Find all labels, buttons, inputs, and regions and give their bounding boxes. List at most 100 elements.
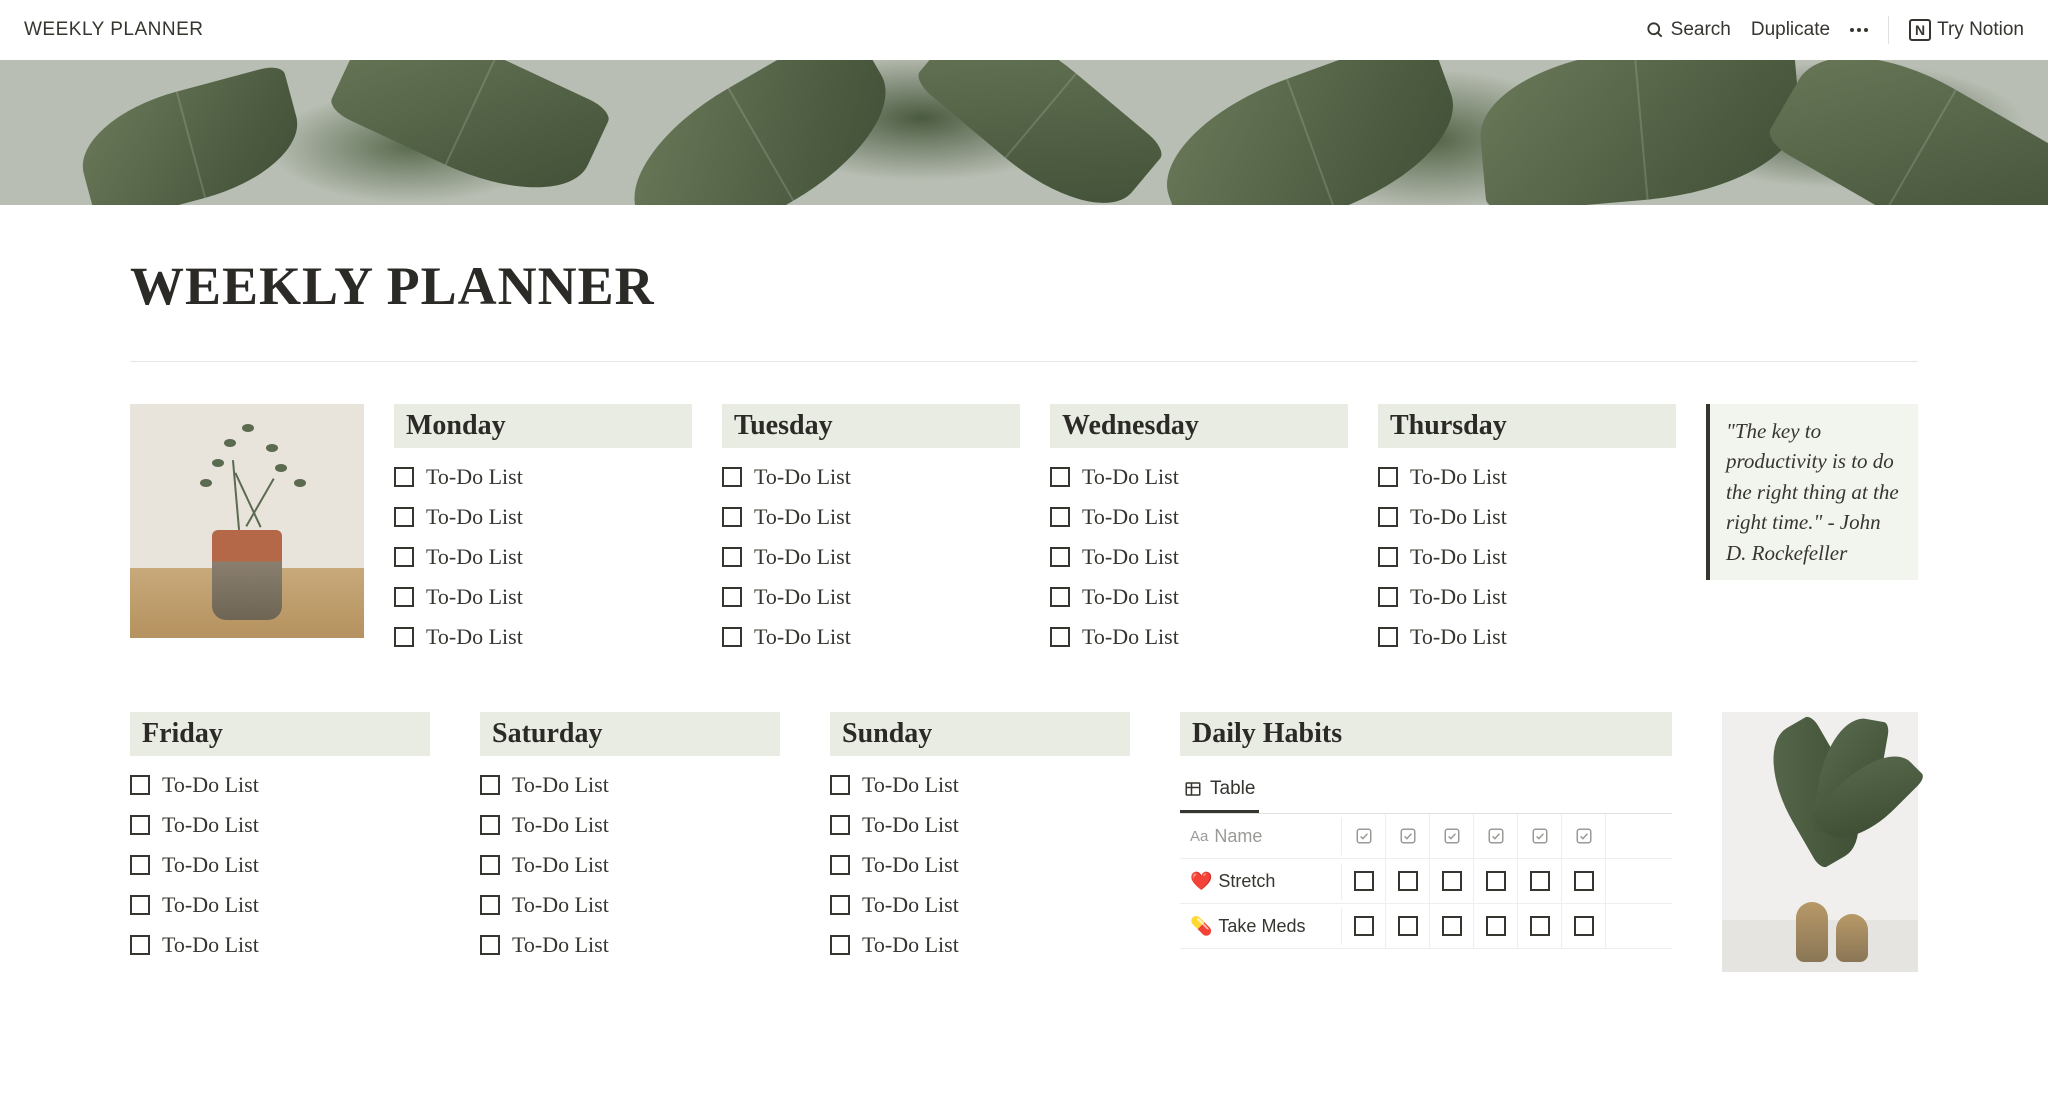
habit-checkbox-cell[interactable] bbox=[1386, 859, 1430, 903]
todo-item[interactable]: To-Do List bbox=[394, 464, 692, 490]
habit-checkbox-cell[interactable] bbox=[1342, 859, 1386, 903]
checkbox-icon[interactable] bbox=[830, 935, 850, 955]
todo-item[interactable]: To-Do List bbox=[1050, 464, 1348, 490]
try-notion-button[interactable]: N Try Notion bbox=[1909, 19, 2024, 41]
todo-item[interactable]: To-Do List bbox=[722, 464, 1020, 490]
checkbox-icon[interactable] bbox=[480, 935, 500, 955]
checkbox-icon[interactable] bbox=[130, 815, 150, 835]
habit-checkbox-cell[interactable] bbox=[1474, 859, 1518, 903]
checkbox-icon[interactable] bbox=[830, 775, 850, 795]
checkbox-icon[interactable] bbox=[394, 587, 414, 607]
checkbox-icon[interactable] bbox=[1574, 871, 1594, 891]
todo-item[interactable]: To-Do List bbox=[394, 544, 692, 570]
checkbox-icon[interactable] bbox=[1442, 871, 1462, 891]
todo-item[interactable]: To-Do List bbox=[480, 932, 780, 958]
duplicate-button[interactable]: Duplicate bbox=[1751, 19, 1830, 41]
checkbox-icon[interactable] bbox=[1378, 467, 1398, 487]
checkbox-icon[interactable] bbox=[130, 775, 150, 795]
checkbox-icon[interactable] bbox=[830, 855, 850, 875]
todo-item[interactable]: To-Do List bbox=[130, 892, 430, 918]
checkbox-icon[interactable] bbox=[1378, 627, 1398, 647]
todo-item[interactable]: To-Do List bbox=[830, 892, 1130, 918]
day-heading[interactable]: Saturday bbox=[480, 712, 780, 756]
checkbox-icon[interactable] bbox=[1050, 507, 1070, 527]
checkbox-icon[interactable] bbox=[1530, 871, 1550, 891]
habit-day-header[interactable] bbox=[1342, 814, 1386, 858]
more-menu-button[interactable] bbox=[1850, 28, 1868, 32]
day-heading[interactable]: Thursday bbox=[1378, 404, 1676, 448]
habit-day-header[interactable] bbox=[1562, 814, 1606, 858]
name-column-header[interactable]: Aa Name bbox=[1180, 818, 1342, 855]
todo-item[interactable]: To-Do List bbox=[130, 812, 430, 838]
checkbox-icon[interactable] bbox=[1486, 871, 1506, 891]
checkbox-icon[interactable] bbox=[130, 895, 150, 915]
habit-row-take-meds[interactable]: 💊 Take Meds bbox=[1180, 904, 1672, 949]
quote-callout[interactable]: "The key to productivity is to do the ri… bbox=[1706, 404, 1918, 580]
todo-item[interactable]: To-Do List bbox=[722, 504, 1020, 530]
checkbox-icon[interactable] bbox=[1442, 916, 1462, 936]
todo-item[interactable]: To-Do List bbox=[830, 812, 1130, 838]
checkbox-icon[interactable] bbox=[1354, 871, 1374, 891]
todo-item[interactable]: To-Do List bbox=[1378, 504, 1676, 530]
checkbox-icon[interactable] bbox=[1050, 547, 1070, 567]
checkbox-icon[interactable] bbox=[1050, 587, 1070, 607]
checkbox-icon[interactable] bbox=[394, 627, 414, 647]
day-heading[interactable]: Monday bbox=[394, 404, 692, 448]
habit-checkbox-cell[interactable] bbox=[1562, 904, 1606, 948]
checkbox-icon[interactable] bbox=[722, 507, 742, 527]
checkbox-icon[interactable] bbox=[1378, 587, 1398, 607]
todo-item[interactable]: To-Do List bbox=[480, 852, 780, 878]
habit-checkbox-cell[interactable] bbox=[1474, 904, 1518, 948]
todo-item[interactable]: To-Do List bbox=[830, 852, 1130, 878]
habit-checkbox-cell[interactable] bbox=[1562, 859, 1606, 903]
checkbox-icon[interactable] bbox=[130, 935, 150, 955]
breadcrumb-title[interactable]: WEEKLY PLANNER bbox=[24, 19, 203, 41]
todo-item[interactable]: To-Do List bbox=[722, 544, 1020, 570]
search-button[interactable]: Search bbox=[1645, 19, 1731, 41]
todo-item[interactable]: To-Do List bbox=[394, 584, 692, 610]
checkbox-icon[interactable] bbox=[1354, 916, 1374, 936]
habit-row-stretch[interactable]: ❤️ Stretch bbox=[1180, 859, 1672, 904]
todo-item[interactable]: To-Do List bbox=[722, 624, 1020, 650]
checkbox-icon[interactable] bbox=[480, 815, 500, 835]
todo-item[interactable]: To-Do List bbox=[830, 932, 1130, 958]
todo-item[interactable]: To-Do List bbox=[480, 812, 780, 838]
habit-checkbox-cell[interactable] bbox=[1430, 904, 1474, 948]
todo-item[interactable]: To-Do List bbox=[830, 772, 1130, 798]
habit-name-cell[interactable]: ❤️ Stretch bbox=[1180, 863, 1342, 900]
checkbox-icon[interactable] bbox=[394, 467, 414, 487]
habit-day-header[interactable] bbox=[1386, 814, 1430, 858]
checkbox-icon[interactable] bbox=[1378, 547, 1398, 567]
todo-item[interactable]: To-Do List bbox=[1050, 624, 1348, 650]
checkbox-icon[interactable] bbox=[1574, 916, 1594, 936]
checkbox-icon[interactable] bbox=[480, 895, 500, 915]
checkbox-icon[interactable] bbox=[394, 507, 414, 527]
checkbox-icon[interactable] bbox=[1486, 916, 1506, 936]
checkbox-icon[interactable] bbox=[1398, 916, 1418, 936]
habit-checkbox-cell[interactable] bbox=[1342, 904, 1386, 948]
checkbox-icon[interactable] bbox=[722, 547, 742, 567]
checkbox-icon[interactable] bbox=[1050, 467, 1070, 487]
todo-item[interactable]: To-Do List bbox=[1050, 544, 1348, 570]
checkbox-icon[interactable] bbox=[394, 547, 414, 567]
habit-checkbox-cell[interactable] bbox=[1430, 859, 1474, 903]
habit-name-cell[interactable]: 💊 Take Meds bbox=[1180, 908, 1342, 945]
habit-day-header[interactable] bbox=[1430, 814, 1474, 858]
cover-image[interactable] bbox=[0, 60, 2048, 205]
todo-item[interactable]: To-Do List bbox=[1378, 544, 1676, 570]
checkbox-icon[interactable] bbox=[830, 895, 850, 915]
habits-heading[interactable]: Daily Habits bbox=[1180, 712, 1672, 756]
habit-day-header[interactable] bbox=[1474, 814, 1518, 858]
habit-checkbox-cell[interactable] bbox=[1518, 904, 1562, 948]
decorative-vase-image[interactable] bbox=[1722, 712, 1918, 972]
todo-item[interactable]: To-Do List bbox=[394, 624, 692, 650]
page-title[interactable]: WEEKLY PLANNER bbox=[130, 255, 1918, 317]
todo-item[interactable]: To-Do List bbox=[130, 772, 430, 798]
checkbox-icon[interactable] bbox=[722, 587, 742, 607]
checkbox-icon[interactable] bbox=[1378, 507, 1398, 527]
day-heading[interactable]: Friday bbox=[130, 712, 430, 756]
checkbox-icon[interactable] bbox=[722, 627, 742, 647]
todo-item[interactable]: To-Do List bbox=[480, 892, 780, 918]
todo-item[interactable]: To-Do List bbox=[1378, 624, 1676, 650]
habit-day-header[interactable] bbox=[1518, 814, 1562, 858]
